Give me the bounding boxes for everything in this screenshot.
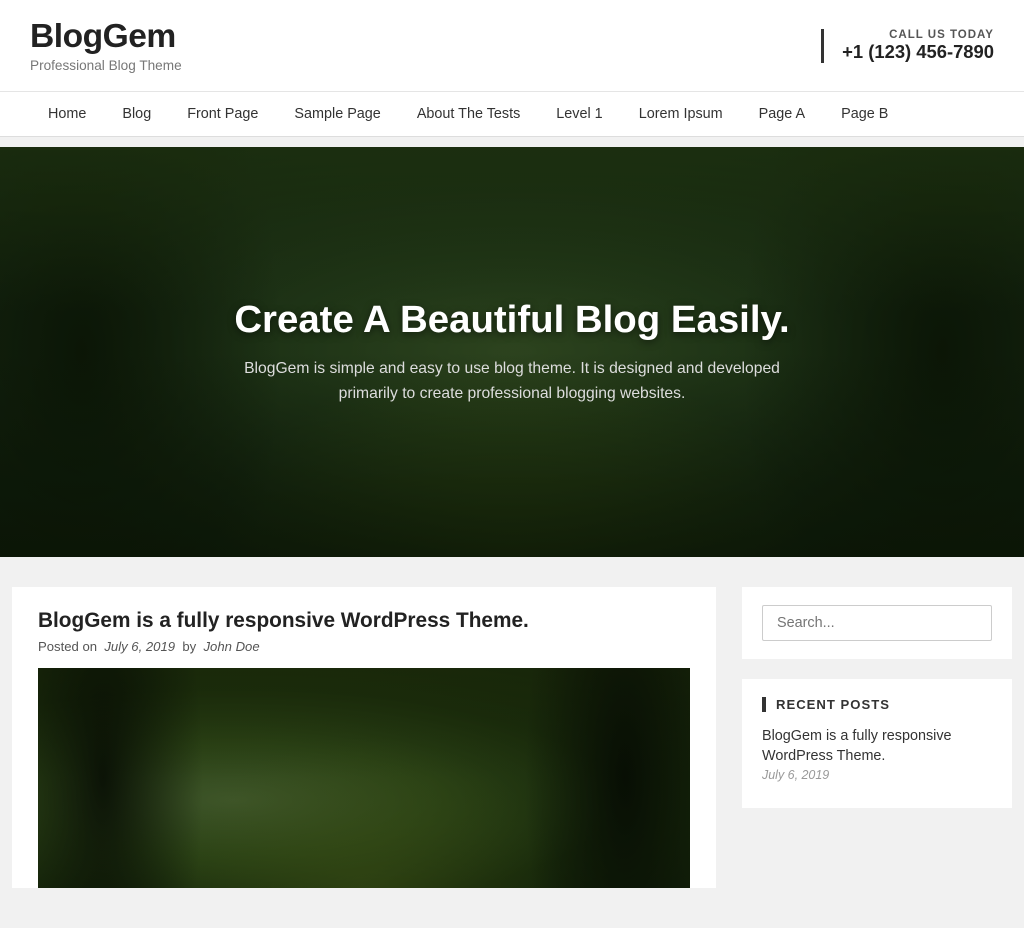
nav-item-frontpage[interactable]: Front Page	[169, 92, 276, 136]
post-date[interactable]: July 6, 2019	[104, 639, 175, 654]
nav-link-level1[interactable]: Level 1	[538, 92, 620, 136]
posts-area: BlogGem is a fully responsive WordPress …	[12, 587, 716, 908]
site-branding: BlogGem Professional Blog Theme	[30, 18, 182, 73]
nav-item-home[interactable]: Home	[30, 92, 104, 136]
hero-section: Create A Beautiful Blog Easily. BlogGem …	[0, 147, 1024, 557]
nav-link-abouttests[interactable]: About The Tests	[399, 92, 538, 136]
nav-link-pageb[interactable]: Page B	[823, 92, 906, 136]
nav-link-loremipsum[interactable]: Lorem Ipsum	[621, 92, 741, 136]
site-header: BlogGem Professional Blog Theme CALL US …	[0, 0, 1024, 92]
search-input[interactable]	[762, 605, 992, 641]
site-title: BlogGem	[30, 18, 182, 56]
nav-item-pagea[interactable]: Page A	[741, 92, 823, 136]
phone-number: +1 (123) 456-7890	[842, 41, 994, 63]
nav-link-pagea[interactable]: Page A	[741, 92, 823, 136]
nav-item-loremipsum[interactable]: Lorem Ipsum	[621, 92, 741, 136]
hero-title: Create A Beautiful Blog Easily.	[102, 298, 921, 342]
hero-content: Create A Beautiful Blog Easily. BlogGem …	[102, 298, 921, 406]
recent-post-date: July 6, 2019	[762, 768, 992, 782]
by-label: by	[182, 639, 196, 654]
nav-item-blog[interactable]: Blog	[104, 92, 169, 136]
contact-info: CALL US TODAY +1 (123) 456-7890	[821, 29, 994, 63]
hero-description: BlogGem is simple and easy to use blog t…	[232, 356, 792, 406]
nav-link-frontpage[interactable]: Front Page	[169, 92, 276, 136]
main-nav: Home Blog Front Page Sample Page About T…	[0, 92, 1024, 137]
nav-list: Home Blog Front Page Sample Page About T…	[30, 92, 994, 136]
post-featured-image	[38, 668, 690, 888]
post-author[interactable]: John Doe	[204, 639, 260, 654]
nav-link-samplepage[interactable]: Sample Page	[276, 92, 398, 136]
nav-link-blog[interactable]: Blog	[104, 92, 169, 136]
site-tagline: Professional Blog Theme	[30, 58, 182, 73]
post-card: BlogGem is a fully responsive WordPress …	[12, 587, 716, 888]
recent-post-item: BlogGem is a fully responsive WordPress …	[762, 726, 992, 782]
main-wrapper: BlogGem is a fully responsive WordPress …	[2, 567, 1022, 928]
post-title: BlogGem is a fully responsive WordPress …	[38, 609, 690, 633]
recent-posts-title: RECENT POSTS	[762, 697, 992, 712]
nav-link-home[interactable]: Home	[30, 92, 104, 136]
recent-post-link[interactable]: BlogGem is a fully responsive WordPress …	[762, 726, 992, 766]
search-widget	[742, 587, 1012, 659]
nav-item-abouttests[interactable]: About The Tests	[399, 92, 538, 136]
sidebar: RECENT POSTS BlogGem is a fully responsi…	[742, 587, 1012, 908]
recent-posts-widget: RECENT POSTS BlogGem is a fully responsi…	[742, 679, 1012, 808]
call-label: CALL US TODAY	[842, 29, 994, 41]
post-meta: Posted on July 6, 2019 by John Doe	[38, 639, 690, 654]
nav-item-level1[interactable]: Level 1	[538, 92, 620, 136]
nav-item-pageb[interactable]: Page B	[823, 92, 906, 136]
nav-item-samplepage[interactable]: Sample Page	[276, 92, 398, 136]
posted-label: Posted on	[38, 639, 97, 654]
